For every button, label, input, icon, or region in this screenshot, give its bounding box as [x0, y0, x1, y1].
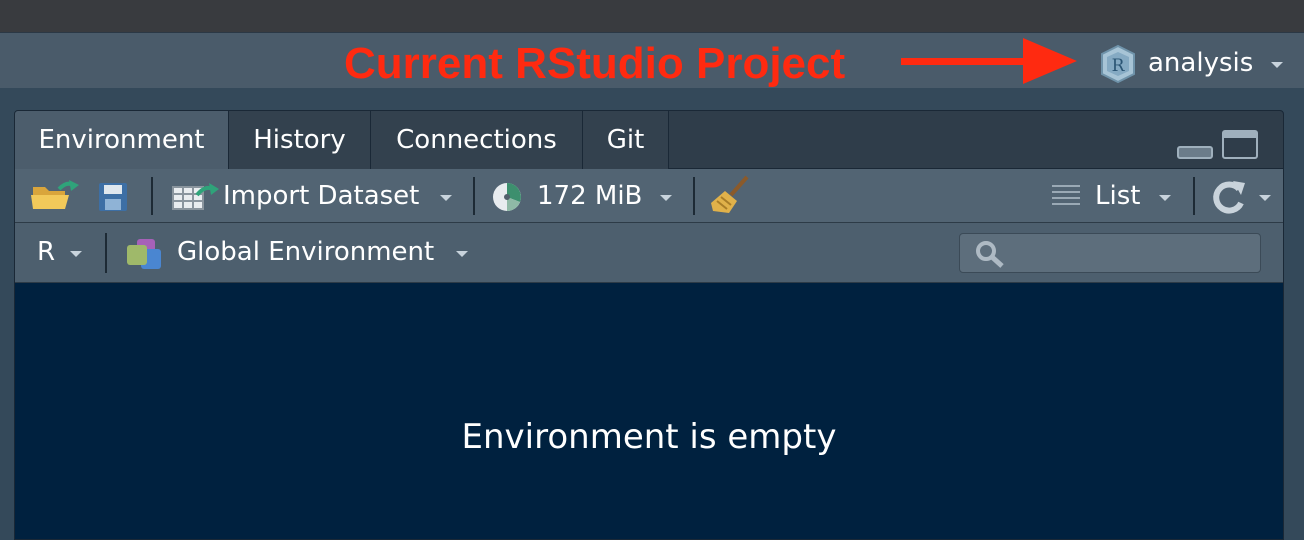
search-icon [976, 241, 1004, 268]
memory-chevron-down-icon[interactable] [659, 193, 673, 203]
view-chevron-down-icon[interactable] [1158, 193, 1172, 203]
memory-usage-button[interactable]: 172 MiB [537, 180, 642, 212]
search-box[interactable] [959, 233, 1261, 273]
refresh-icon[interactable] [1209, 177, 1249, 217]
toolbar-separator [1193, 177, 1195, 215]
tab-label: Git [606, 125, 645, 155]
tab-environment[interactable]: Environment [15, 111, 229, 169]
environment-scope-select[interactable]: Global Environment [177, 236, 434, 268]
environment-scope-bar: R Global Environment [15, 223, 1283, 283]
window-top-bar [0, 0, 1304, 32]
pane-minimize-maximize-icons[interactable] [1177, 129, 1261, 161]
broom-icon[interactable] [709, 173, 753, 217]
import-chevron-down-icon[interactable] [439, 193, 453, 203]
environment-toolbar: Import Dataset 172 MiB List [15, 169, 1283, 223]
toolbar-separator [693, 177, 695, 215]
pane-tab-strip: Environment History Connections Git [15, 111, 1283, 169]
annotation-label: Current RStudio Project [344, 39, 846, 88]
tab-history[interactable]: History [229, 111, 371, 169]
language-chevron-down-icon[interactable] [69, 249, 83, 259]
annotation-arrow-icon [901, 38, 1077, 84]
list-view-icon [1052, 185, 1080, 205]
toolbar-separator [151, 177, 153, 215]
scope-chevron-down-icon[interactable] [455, 249, 469, 259]
view-mode-select[interactable]: List [1095, 180, 1140, 212]
tab-label: History [253, 125, 346, 155]
tab-label: Connections [396, 125, 557, 155]
import-dataset-icon [172, 183, 219, 210]
import-dataset-button[interactable]: Import Dataset [223, 180, 419, 212]
toolbar-separator [105, 233, 107, 273]
empty-environment-message: Environment is empty [461, 417, 837, 457]
global-environment-icon [127, 239, 161, 269]
refresh-chevron-down-icon[interactable] [1258, 193, 1272, 203]
project-name[interactable]: analysis [1148, 47, 1253, 79]
language-select[interactable]: R [37, 236, 55, 268]
memory-usage-icon[interactable] [491, 181, 523, 213]
minimize-icon [1177, 146, 1213, 159]
rstudio-project-icon[interactable]: R [1098, 44, 1138, 84]
save-icon[interactable] [97, 181, 129, 213]
toolbar-separator [473, 177, 475, 215]
project-menu-chevron-down-icon[interactable] [1270, 60, 1284, 70]
tab-label: Environment [38, 125, 205, 155]
environment-pane: Environment History Connections Git Impo… [14, 110, 1284, 540]
folder-open-icon[interactable] [29, 179, 81, 213]
tab-git[interactable]: Git [583, 111, 669, 169]
tab-connections[interactable]: Connections [371, 111, 583, 169]
search-input[interactable] [1008, 238, 1252, 270]
svg-text:R: R [1112, 56, 1126, 76]
